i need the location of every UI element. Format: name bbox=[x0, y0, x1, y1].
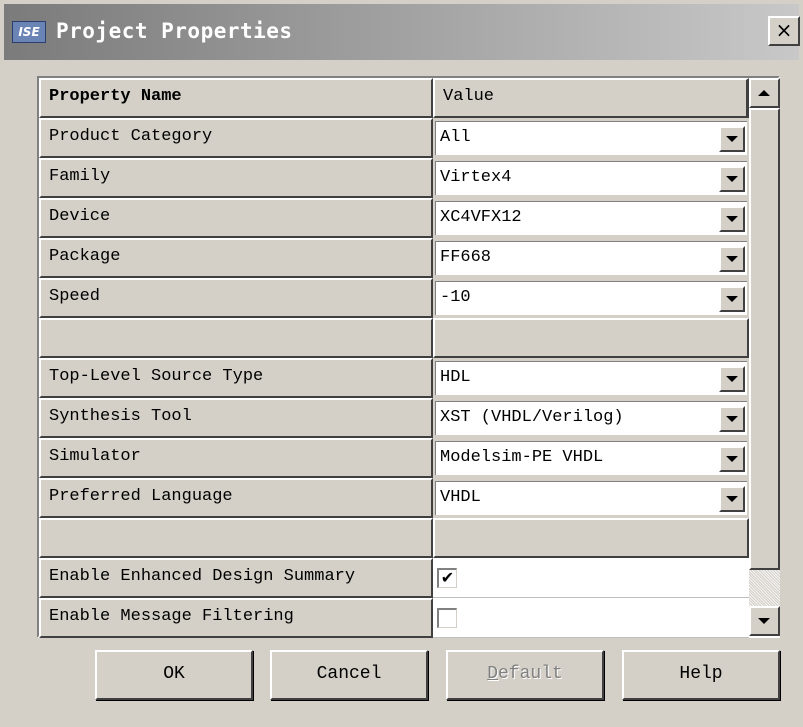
property-grid: Property Name Value Product Category All F… bbox=[37, 76, 780, 638]
dropdown-arrow-icon[interactable] bbox=[719, 406, 745, 432]
property-name-cell[interactable]: Simulator bbox=[39, 438, 433, 478]
combo-value-text: -10 bbox=[440, 288, 471, 307]
property-value-cell: ✔ bbox=[433, 558, 749, 598]
combo-value-text: XC4VFX12 bbox=[440, 208, 522, 227]
property-name-cell[interactable]: Speed bbox=[39, 278, 433, 318]
property-value-combo[interactable]: Virtex4 bbox=[435, 161, 747, 195]
dialog-title: Project Properties bbox=[56, 19, 293, 43]
property-name-cell[interactable]: Top-Level Source Type bbox=[39, 358, 433, 398]
property-row: Speed -10 bbox=[39, 278, 749, 318]
property-name-cell[interactable]: Package bbox=[39, 238, 433, 278]
scrollbar-thumb[interactable] bbox=[749, 108, 780, 570]
property-value-combo[interactable]: XST (VHDL/Verilog) bbox=[435, 401, 747, 435]
combo-value-text: XST (VHDL/Verilog) bbox=[440, 408, 624, 427]
property-name-cell[interactable]: Enable Message Filtering bbox=[39, 598, 433, 638]
combo-value-text: Modelsim-PE VHDL bbox=[440, 448, 604, 467]
property-name-cell[interactable]: Product Category bbox=[39, 118, 433, 158]
dropdown-arrow-icon[interactable] bbox=[719, 486, 745, 512]
property-value-combo[interactable]: FF668 bbox=[435, 241, 747, 275]
scroll-down-arrow-icon[interactable] bbox=[749, 606, 780, 636]
property-value-combo[interactable]: VHDL bbox=[435, 481, 747, 515]
combo-value-text: FF668 bbox=[440, 248, 492, 267]
property-name-cell[interactable]: Device bbox=[39, 198, 433, 238]
scroll-up-arrow-icon[interactable] bbox=[749, 78, 780, 108]
cancel-button[interactable]: Cancel bbox=[270, 650, 428, 700]
dropdown-arrow-icon[interactable] bbox=[719, 206, 745, 232]
close-button[interactable]: × bbox=[768, 16, 800, 46]
header-property-name: Property Name bbox=[39, 78, 433, 118]
property-table: Property Name Value Product Category All F… bbox=[39, 78, 749, 638]
scrollbar-track[interactable] bbox=[749, 570, 780, 606]
property-name-cell[interactable]: Family bbox=[39, 158, 433, 198]
property-name-cell[interactable]: Synthesis Tool bbox=[39, 398, 433, 438]
property-row: Enable Enhanced Design Summary ✔ bbox=[39, 558, 749, 598]
property-name-cell[interactable]: Preferred Language bbox=[39, 478, 433, 518]
default-button[interactable]: Default bbox=[446, 650, 604, 700]
property-value-cell bbox=[433, 598, 749, 638]
help-button[interactable]: Help bbox=[622, 650, 780, 700]
dropdown-arrow-icon[interactable] bbox=[719, 366, 745, 392]
project-properties-dialog: ISE Project Properties × Property Name V… bbox=[0, 0, 803, 727]
combo-value-text: All bbox=[440, 128, 471, 147]
dropdown-arrow-icon[interactable] bbox=[719, 166, 745, 192]
property-name-cell bbox=[39, 518, 433, 558]
property-row: Device XC4VFX12 bbox=[39, 198, 749, 238]
property-value-combo[interactable]: -10 bbox=[435, 281, 747, 315]
dropdown-arrow-icon[interactable] bbox=[719, 286, 745, 312]
property-row: Synthesis Tool XST (VHDL/Verilog) bbox=[39, 398, 749, 438]
vertical-scrollbar[interactable] bbox=[749, 78, 780, 636]
empty-value-cell bbox=[433, 318, 749, 358]
property-row: Family Virtex4 bbox=[39, 158, 749, 198]
ok-button[interactable]: OK bbox=[95, 650, 253, 700]
dropdown-arrow-icon[interactable] bbox=[719, 446, 745, 472]
property-name-cell bbox=[39, 318, 433, 358]
property-value-combo[interactable]: All bbox=[435, 121, 747, 155]
property-row bbox=[39, 518, 749, 558]
property-row: Preferred Language VHDL bbox=[39, 478, 749, 518]
dropdown-arrow-icon[interactable] bbox=[719, 246, 745, 272]
combo-value-text: VHDL bbox=[440, 488, 481, 507]
property-value-combo[interactable]: HDL bbox=[435, 361, 747, 395]
checked-checkbox[interactable]: ✔ bbox=[437, 568, 457, 588]
property-row: Enable Message Filtering bbox=[39, 598, 749, 638]
title-bar[interactable]: ISE Project Properties × bbox=[4, 4, 800, 60]
combo-value-text: Virtex4 bbox=[440, 168, 512, 187]
property-row: Product Category All bbox=[39, 118, 749, 158]
property-row: Simulator Modelsim-PE VHDL bbox=[39, 438, 749, 478]
property-name-cell[interactable]: Enable Enhanced Design Summary bbox=[39, 558, 433, 598]
header-value: Value bbox=[433, 78, 749, 118]
dropdown-arrow-icon[interactable] bbox=[719, 126, 745, 152]
empty-value-cell bbox=[433, 518, 749, 558]
default-button-mnemonic: D bbox=[487, 664, 498, 684]
combo-value-text: HDL bbox=[440, 368, 471, 387]
unchecked-checkbox[interactable] bbox=[437, 608, 457, 628]
property-row: Package FF668 bbox=[39, 238, 749, 278]
property-row: Top-Level Source Type HDL bbox=[39, 358, 749, 398]
grid-header-row: Property Name Value bbox=[39, 78, 749, 118]
property-value-combo[interactable]: XC4VFX12 bbox=[435, 201, 747, 235]
ise-app-icon: ISE bbox=[12, 21, 46, 43]
default-button-label: efault bbox=[498, 664, 563, 684]
property-value-combo[interactable]: Modelsim-PE VHDL bbox=[435, 441, 747, 475]
property-row bbox=[39, 318, 749, 358]
